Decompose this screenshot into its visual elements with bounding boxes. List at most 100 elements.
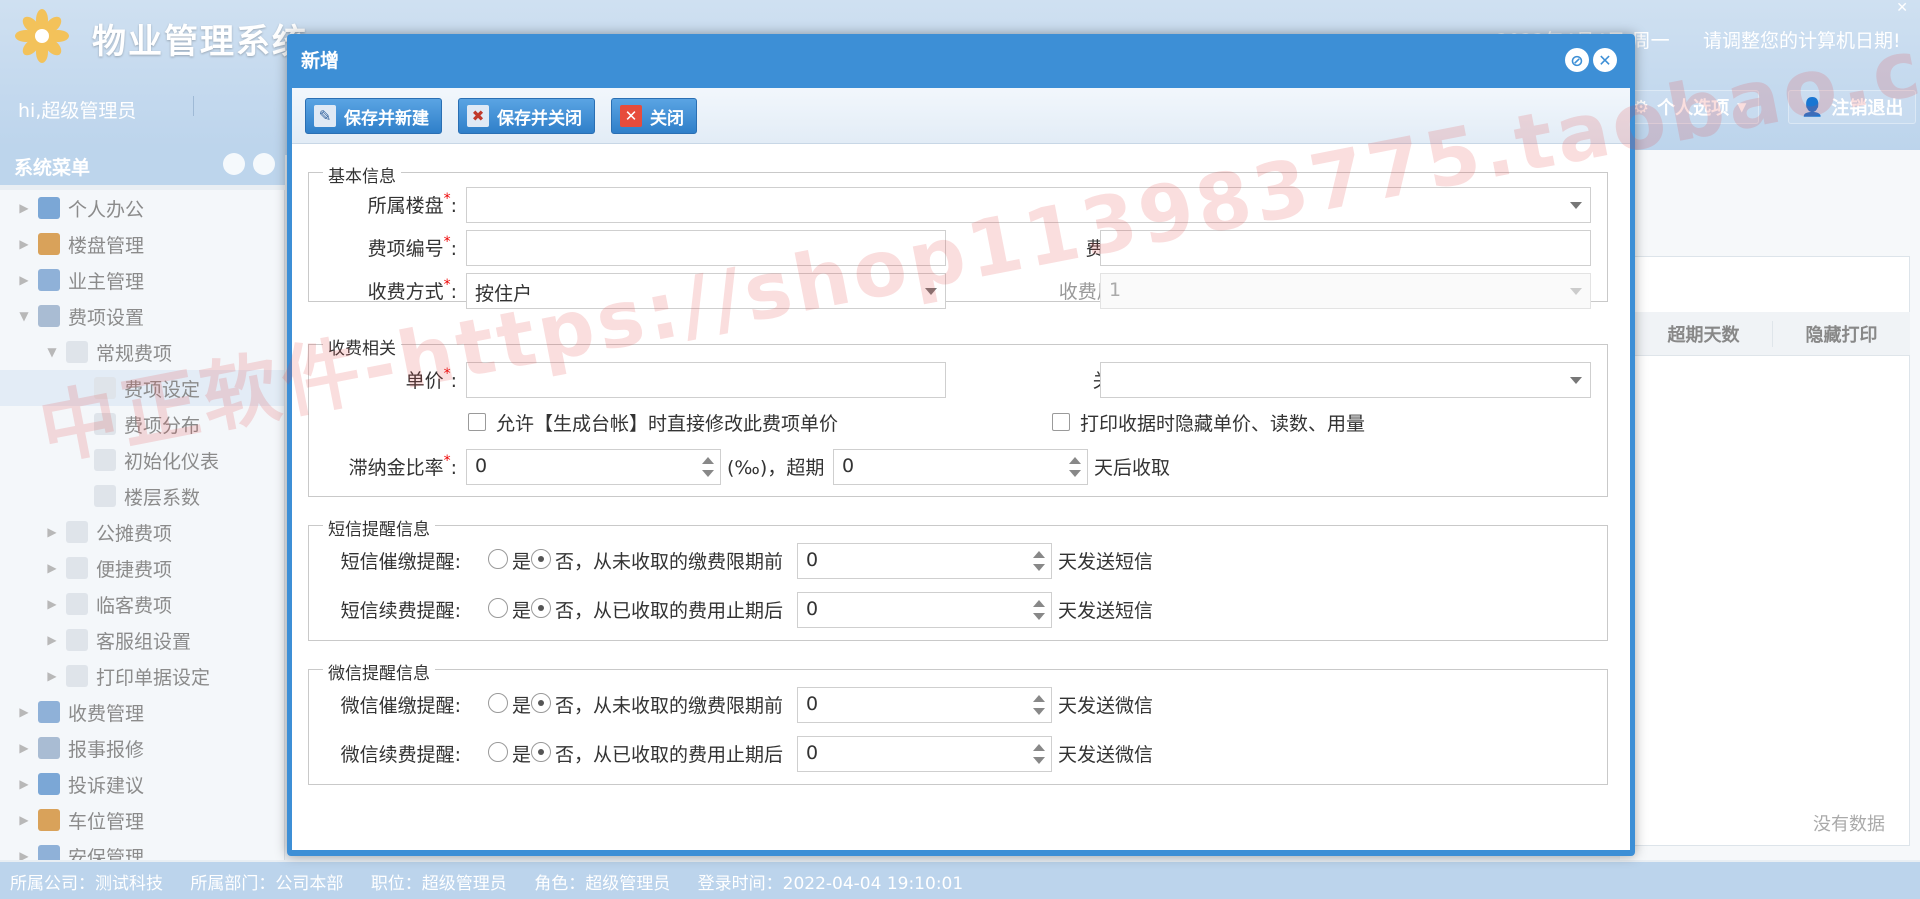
logout-button[interactable]: 👤 注销退出 <box>1788 90 1917 124</box>
wechat-renew-yes-radio[interactable] <box>488 742 508 762</box>
close-icon: ✕ <box>620 105 642 127</box>
chevron-down-icon <box>1570 377 1582 384</box>
charge-method-select[interactable]: 按住户 <box>466 273 946 309</box>
wechat-renew-days-input[interactable]: 0 <box>797 736 1052 772</box>
chevron-down-icon <box>1570 288 1582 295</box>
status-login-time: 登录时间：2022-04-04 19:10:01 <box>697 874 964 894</box>
close-label: 关闭 <box>650 108 684 129</box>
spinner-icon[interactable] <box>1033 549 1045 573</box>
spinner-icon[interactable] <box>1033 742 1045 766</box>
user-icon: 👤 <box>1801 96 1824 118</box>
wechat-urge-suffix: 天发送微信 <box>1058 695 1154 717</box>
grid-col-overdue[interactable]: 超期天数 <box>1634 320 1772 347</box>
sms-renew-yes-radio[interactable] <box>488 598 508 618</box>
chevron-right-icon: ▶ <box>47 669 57 683</box>
late-fee-rate-input[interactable]: 0 <box>466 449 721 485</box>
sms-urge-no-radio[interactable] <box>531 549 551 569</box>
dialog-title: 新增 <box>301 50 340 72</box>
fee-code-input[interactable] <box>466 230 946 266</box>
page-icon <box>94 449 116 471</box>
sidebar-item[interactable]: ▶ 公摊费项 <box>0 514 284 550</box>
sidebar-item[interactable]: ▶ 安保管理 <box>0 838 284 860</box>
spinner-icon[interactable] <box>1033 598 1045 622</box>
sidebar-item[interactable]: ▼ 常规费项 <box>0 334 284 370</box>
menu-header: 系统菜单 <box>0 145 285 185</box>
sidebar-item[interactable]: ▶ 客服组设置 <box>0 622 284 658</box>
save-close-button[interactable]: ✖ 保存并关闭 <box>458 98 595 134</box>
header-date-hint: 请调整您的计算机日期! <box>1703 30 1901 52</box>
sms-renew-no-radio[interactable] <box>531 598 551 618</box>
sidebar-item[interactable]: ▶ 收费管理 <box>0 694 284 730</box>
grid-col-hide-print[interactable]: 隐藏打印 <box>1772 320 1910 347</box>
hide-print-checkbox[interactable] <box>1052 413 1070 431</box>
page-icon <box>94 413 116 435</box>
wechat-renew-no-radio[interactable] <box>531 742 551 762</box>
chevron-down-icon <box>925 288 937 295</box>
sms-renew-desc: 否，从已收取的费用止期后 <box>555 600 784 622</box>
fee-related-section: 收费相关 单价*: 关联费项: 允许【生成台帐】时直接修改此费项单价 打印收据时… <box>308 334 1608 497</box>
related-fee-select[interactable] <box>1100 362 1591 398</box>
sidebar-item[interactable]: ▶ 临客费项 <box>0 586 284 622</box>
save-new-button[interactable]: ✎ 保存并新建 <box>305 98 442 134</box>
spinner-icon[interactable] <box>702 455 714 479</box>
menu-header-title: 系统菜单 <box>14 157 91 179</box>
sms-urge-label: 短信催缴提醒: <box>340 551 461 573</box>
page-icon <box>94 485 116 507</box>
fee-name-input[interactable] <box>1100 230 1591 266</box>
sidebar-item[interactable]: ▶ 便捷费项 <box>0 550 284 586</box>
wechat-urge-yes-radio[interactable] <box>488 693 508 713</box>
module-icon <box>38 197 60 219</box>
close-icon[interactable]: ✕ <box>1593 48 1617 72</box>
permille-text: (‰)，超期 <box>727 457 825 479</box>
sidebar-item[interactable]: ▶ 业主管理 <box>0 262 284 298</box>
property-label: 所属楼盘*: <box>367 191 457 217</box>
spinner-icon[interactable] <box>1069 455 1081 479</box>
charge-cycle-select: 1 <box>1100 273 1591 309</box>
sidebar-item-label: 业主管理 <box>68 270 145 293</box>
sidebar-item[interactable]: ▶ 车位管理 <box>0 802 284 838</box>
charge-method-label: 收费方式*: <box>367 277 457 303</box>
wechat-renew-label: 微信续费提醒: <box>340 744 461 766</box>
hide-print-label: 打印收据时隐藏单价、读数、用量 <box>1080 413 1366 435</box>
module-icon <box>38 701 60 723</box>
sms-renew-days-input[interactable]: 0 <box>797 592 1052 628</box>
sidebar-item[interactable]: 费项设定 <box>0 370 284 406</box>
sidebar-item[interactable]: ▶ 个人办公 <box>0 190 284 226</box>
wechat-urge-days-input[interactable]: 0 <box>797 687 1052 723</box>
wechat-urge-yes-label: 是 <box>512 695 532 717</box>
sidebar-item[interactable]: ▶ 楼盘管理 <box>0 226 284 262</box>
sidebar-item[interactable]: ▼ 费项设置 <box>0 298 284 334</box>
minimize-icon[interactable]: ⊘ <box>1565 48 1589 72</box>
chevron-right-icon: ▶ <box>19 201 29 215</box>
close-button[interactable]: ✕ 关闭 <box>611 98 697 134</box>
sidebar-item[interactable]: 初始化仪表 <box>0 442 284 478</box>
sidebar-item-label: 收费管理 <box>68 702 145 725</box>
late-fee-label: 滞纳金比率*: <box>348 453 457 479</box>
sms-urge-days-input[interactable]: 0 <box>797 543 1052 579</box>
chevron-right-icon: ▶ <box>19 705 29 719</box>
allow-modify-checkbox[interactable] <box>468 413 486 431</box>
personal-options-button[interactable]: ⚙ 个人选项 ▼ <box>1620 90 1760 124</box>
wechat-urge-no-radio[interactable] <box>531 693 551 713</box>
wechat-reminder-legend: 微信提醒信息 <box>323 659 435 684</box>
sidebar-item[interactable]: ▶ 投诉建议 <box>0 766 284 802</box>
settings-icon[interactable] <box>253 153 275 175</box>
grid-header: 超期天数 隐藏打印 <box>1634 312 1910 356</box>
sidebar-item[interactable]: ▶ 报事报修 <box>0 730 284 766</box>
sidebar-item[interactable]: 楼层系数 <box>0 478 284 514</box>
sidebar-item[interactable]: ▶ 打印单据设定 <box>0 658 284 694</box>
sms-renew-yes-label: 是 <box>512 600 532 622</box>
sms-urge-yes-radio[interactable] <box>488 549 508 569</box>
close-icon[interactable]: ✕ <box>1896 0 1908 16</box>
unit-price-input[interactable] <box>466 362 946 398</box>
overdue-days-input[interactable]: 0 <box>833 449 1088 485</box>
spinner-icon[interactable] <box>1033 693 1045 717</box>
sms-urge-desc: 否，从未收取的缴费限期前 <box>555 551 784 573</box>
sidebar-item-label: 常规费项 <box>96 342 173 365</box>
sidebar-item[interactable]: 费项分布 <box>0 406 284 442</box>
property-select[interactable] <box>466 187 1591 223</box>
sidebar-menu: ▶ 个人办公 ▶ 楼盘管理 ▶ 业主管理 ▼ 费项设置 ▼ 常规费项 费项设定 费项分布 初始化仪表 楼层… <box>0 190 285 860</box>
page-icon <box>66 521 88 543</box>
collapse-icon[interactable] <box>223 153 245 175</box>
chevron-right-icon: ▶ <box>19 237 29 251</box>
